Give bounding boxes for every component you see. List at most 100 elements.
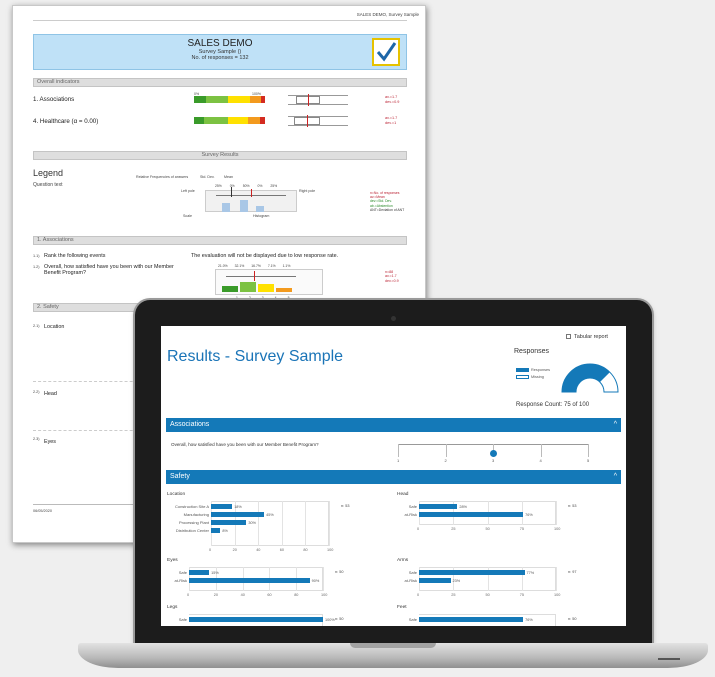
chart-value-label: 76% bbox=[525, 617, 533, 622]
safety-item-2-num: 2.2) bbox=[33, 390, 40, 394]
safety-item-3-num: 2.3) bbox=[33, 437, 40, 441]
legend-pct-4: 0% bbox=[257, 184, 263, 188]
chart-tick-label: 80 bbox=[303, 548, 308, 552]
checkbox-icon[interactable] bbox=[566, 334, 571, 340]
q-overall-annotations: n=88 av.=1.7 dev.=0.9 bbox=[385, 270, 399, 283]
scale-tick-label: 4 bbox=[539, 458, 542, 463]
q-overall-histogram bbox=[215, 269, 323, 295]
chart-category-label: Processing Plant bbox=[178, 520, 209, 525]
scale-tick-label: 5 bbox=[587, 458, 590, 463]
mean-marker bbox=[489, 450, 497, 457]
chart-bar bbox=[211, 512, 265, 517]
chart-tick-label: 25 bbox=[451, 593, 456, 597]
chart-category-label: Construction Site A bbox=[174, 504, 209, 509]
chart-tick-label: 40 bbox=[256, 548, 261, 552]
chart-bar bbox=[419, 570, 525, 575]
chart-value-label: 23% bbox=[452, 578, 461, 583]
legend-mean: Mean bbox=[224, 175, 233, 179]
chart-category-label: at-Risk bbox=[174, 578, 187, 583]
legend-histogram-label: Histogram bbox=[253, 214, 270, 218]
chart-category-label: Safe bbox=[178, 617, 187, 622]
section-associations[interactable]: Associations ^ bbox=[166, 418, 621, 432]
chart-gridline bbox=[329, 501, 330, 546]
chart-tick-label: 0 bbox=[187, 593, 190, 597]
chart-gridline bbox=[258, 501, 260, 546]
top-rule bbox=[33, 20, 407, 21]
section-overall-indicators: Overall indicators bbox=[33, 78, 407, 87]
section-safety[interactable]: Safety ^ bbox=[166, 470, 621, 484]
report-header: SALES DEMO Survey Sample () No. of respo… bbox=[33, 34, 407, 70]
legend-responses-label: Responses bbox=[531, 368, 550, 372]
q-overall-pct-2: 32.1% bbox=[234, 264, 245, 268]
chart-tick-label: 80 bbox=[294, 593, 299, 597]
safety-item-2-label: Head bbox=[44, 391, 57, 397]
chart-tick-label: 60 bbox=[279, 548, 285, 552]
indicator-associations-label: 1. Associations bbox=[33, 96, 75, 103]
chart-bar bbox=[211, 504, 233, 509]
chart-n-label: n: 50 bbox=[335, 570, 344, 574]
q-rank-text: Rank the following events bbox=[44, 253, 106, 259]
indicator-healthcare-mean: av.=1.7 bbox=[385, 116, 398, 120]
report-response-count: No. of responses = 132 bbox=[191, 55, 249, 61]
scale-tick-label: 3 bbox=[492, 458, 495, 463]
chart-category-label: at-Risk bbox=[404, 578, 417, 583]
chart-tick-label: 50 bbox=[485, 593, 490, 597]
indicator-associations-dev: dev.=0.9 bbox=[385, 100, 400, 104]
chart-category-label: Manufacturing bbox=[183, 512, 209, 517]
legend-std-dev: Std. Dev. bbox=[200, 175, 215, 179]
legend-rel-freq: Relative Frequencies of answers bbox=[136, 175, 189, 179]
laptop-base-notch bbox=[350, 643, 436, 648]
chart-title: Legs bbox=[167, 605, 178, 610]
chart-bar bbox=[419, 504, 458, 509]
tabular-report-label: Tabular report bbox=[574, 334, 608, 340]
q-overall-pct-5: 1.1% bbox=[282, 264, 291, 268]
legend-side-ant: ANT=Deviation of ANT bbox=[370, 207, 405, 212]
chart-category-label: at-Risk bbox=[404, 512, 417, 517]
q-overall-pct-4: 7.1% bbox=[267, 264, 276, 268]
chart-bar bbox=[419, 578, 451, 583]
chart-tick-label: 100 bbox=[321, 593, 328, 597]
laptop-screen: Tabular report Results - Survey Sample R… bbox=[161, 326, 626, 626]
collapse-chevron-icon[interactable]: ^ bbox=[614, 418, 617, 432]
chart-gridline bbox=[281, 501, 283, 546]
chart-title: Arms bbox=[397, 558, 409, 563]
q-overall-pct-row: 21.0% 32.1% 16.7% 7.1% 1.1% bbox=[218, 264, 290, 268]
q-overall-dev: dev.=0.9 bbox=[385, 278, 399, 283]
q-rank-note: The evaluation will not be displayed due… bbox=[191, 253, 339, 259]
indicator-healthcare-dev: dev.=1 bbox=[385, 121, 397, 125]
chart-value-label: 76% bbox=[525, 512, 533, 517]
chart-n-label: n: 50 bbox=[568, 617, 577, 621]
legend-responses: Responses bbox=[516, 368, 550, 372]
q-rank-num: 1.1) bbox=[33, 254, 40, 258]
page-title: Results - Survey Sample bbox=[167, 348, 344, 365]
product-mockup-stage: SALES DEMO, Survey Sample SALES DEMO Sur… bbox=[0, 0, 715, 677]
chart-n-label: n: 53 bbox=[568, 504, 577, 508]
chart-tick-label: 0 bbox=[209, 548, 212, 552]
q-overall-pct-3: 16.7% bbox=[251, 264, 261, 268]
chart-value-label: 77% bbox=[526, 570, 535, 575]
chart-value-label: 28% bbox=[459, 504, 467, 509]
chart-tick-label: 100 bbox=[554, 593, 561, 597]
gauge-fill bbox=[562, 363, 610, 392]
collapse-chevron-icon[interactable]: ^ bbox=[614, 470, 617, 484]
chart-tick-label: 25 bbox=[451, 527, 456, 531]
footer-date: 06/05/2020 bbox=[33, 509, 53, 513]
chart-title: Head bbox=[397, 492, 409, 497]
legend-missing: Missing bbox=[516, 375, 544, 379]
checkmark-logo-icon bbox=[372, 38, 400, 66]
chart-value-label: 100% bbox=[325, 617, 335, 622]
chart-bar bbox=[189, 617, 323, 622]
chart-title: Location bbox=[167, 492, 186, 497]
chart-value-label: 45% bbox=[266, 512, 274, 517]
legend-pct-row: 25% 0% 50% 0% 25% bbox=[215, 184, 277, 188]
chart-tick-label: 75 bbox=[519, 593, 524, 597]
scale-tick bbox=[445, 444, 447, 457]
scale-tick-label: 2 bbox=[444, 458, 447, 463]
tabular-report-toggle[interactable]: Tabular report bbox=[566, 334, 608, 340]
section-associations-label: Associations bbox=[170, 421, 210, 428]
q-overall-text: Overall, how satisfied have you been wit… bbox=[44, 264, 174, 277]
indicator-associations-mean: av.=1.7 bbox=[385, 95, 398, 99]
chart-n-label: n: 53 bbox=[341, 504, 350, 508]
responses-gauge bbox=[561, 363, 619, 393]
question-text: Overall, how satisfied have you been wit… bbox=[171, 442, 319, 447]
